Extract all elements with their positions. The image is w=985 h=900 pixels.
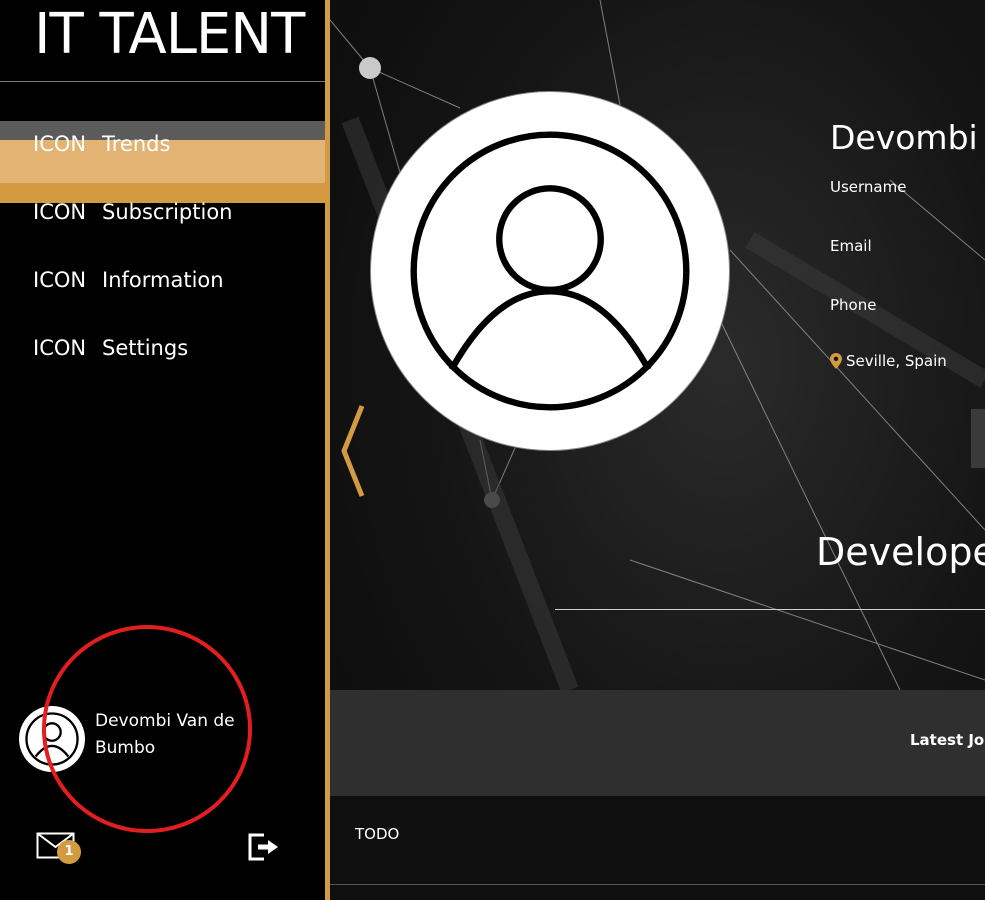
- collapse-sidebar-button[interactable]: [336, 402, 366, 500]
- email-label: Email: [830, 237, 872, 255]
- logout-button[interactable]: [248, 831, 280, 863]
- nav-label-settings: Settings: [102, 336, 189, 360]
- nav-item-trends[interactable]: ICON Trends: [0, 132, 325, 183]
- brand-divider: [0, 81, 325, 82]
- nav-item-settings[interactable]: ICON Settings: [0, 326, 325, 372]
- information-icon: ICON: [33, 268, 87, 292]
- subscription-icon: ICON: [33, 200, 87, 224]
- location: Seville, Spain: [830, 352, 947, 370]
- role-divider: [555, 609, 985, 610]
- latest-jobs-header: Latest Job: [330, 690, 985, 796]
- nav-label-trends: Trends: [102, 132, 171, 156]
- settings-icon: ICON: [33, 336, 87, 360]
- trends-icon: ICON: [33, 132, 87, 156]
- logout-icon: [248, 833, 278, 861]
- sidebar: IT TALENT ICON Trends ICON Subscription …: [0, 0, 325, 900]
- phone-label: Phone: [830, 296, 877, 314]
- highlight-circle: [42, 625, 252, 833]
- location-text: Seville, Spain: [846, 352, 947, 370]
- map-pin-icon: [830, 353, 842, 369]
- app-logo: IT TALENT: [34, 2, 305, 67]
- main-content: Devombi V Username Email Phone Seville, …: [330, 0, 985, 900]
- profile-name: Devombi V: [830, 118, 985, 157]
- jobs-divider: [330, 884, 985, 885]
- nav-item-subscription[interactable]: ICON Subscription: [0, 190, 325, 236]
- username-label: Username: [830, 178, 907, 196]
- nav-item-information[interactable]: ICON Information: [0, 258, 325, 304]
- latest-jobs-title: Latest Job: [910, 731, 985, 749]
- notification-badge: 1: [57, 840, 81, 864]
- profile-photo[interactable]: [370, 91, 730, 451]
- user-icon: [410, 131, 690, 411]
- latest-jobs-panel: TODO: [330, 796, 985, 900]
- role-title: Develope: [816, 530, 985, 574]
- nav-label-subscription: Subscription: [102, 200, 233, 224]
- chevron-left-icon: [341, 405, 365, 497]
- nav-label-information: Information: [102, 268, 224, 292]
- jobs-placeholder-text: TODO: [355, 825, 400, 843]
- profile-action-button[interactable]: [971, 409, 985, 468]
